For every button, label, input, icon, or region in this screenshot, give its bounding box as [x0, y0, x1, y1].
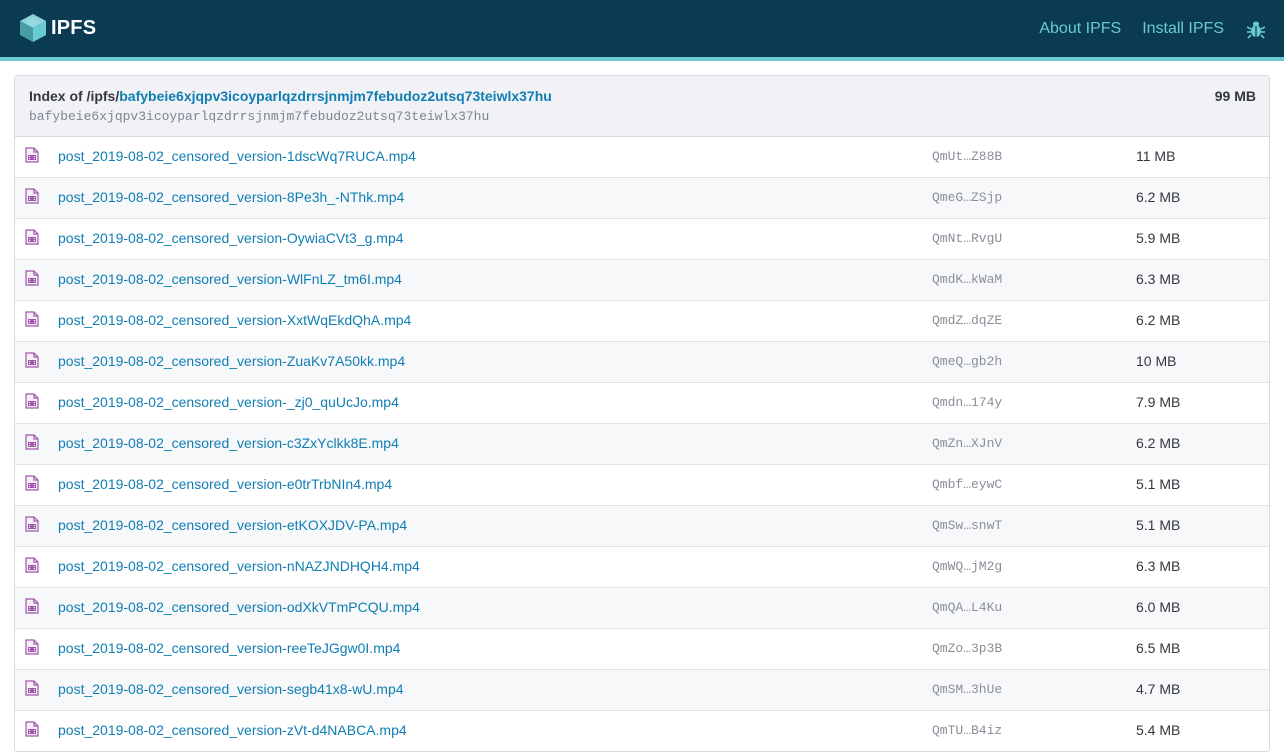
file-hash-link[interactable]: Qmbf…eywC — [932, 477, 1002, 492]
video-file-icon — [25, 311, 39, 332]
video-file-icon — [25, 721, 39, 742]
file-name-link[interactable]: post_2019-08-02_censored_version-1dscWq7… — [58, 148, 416, 164]
bug-icon — [1246, 21, 1266, 39]
file-size: 6.3 MB — [1136, 558, 1181, 574]
install-ipfs-link[interactable]: Install IPFS — [1142, 20, 1224, 38]
video-file-icon — [25, 147, 39, 168]
file-size: 6.2 MB — [1136, 312, 1181, 328]
video-file-icon — [25, 516, 39, 537]
cid-subtitle: bafybeie6xjqpv3icoyparlqzdrrsjnmjm7febud… — [29, 109, 490, 124]
index-path: Index of /ipfs/bafybeie6xjqpv3icoyparlqz… — [29, 88, 552, 104]
directory-listing: Index of /ipfs/bafybeie6xjqpv3icoyparlqz… — [14, 75, 1270, 752]
file-row: post_2019-08-02_censored_version-1dscWq7… — [15, 137, 1269, 177]
file-size: 6.2 MB — [1136, 435, 1181, 451]
file-hash-link[interactable]: QmZn…XJnV — [932, 436, 1002, 451]
index-prefix: Index of /ipfs/ — [29, 88, 120, 104]
video-file-icon — [25, 598, 39, 619]
file-size: 6.2 MB — [1136, 189, 1181, 205]
file-name-link[interactable]: post_2019-08-02_censored_version-e0trTrb… — [58, 476, 392, 492]
file-name-link[interactable]: post_2019-08-02_censored_version-segb41x… — [58, 681, 404, 697]
ipfs-cube-icon — [20, 14, 46, 42]
file-row: post_2019-08-02_censored_version-8Pe3h_-… — [15, 177, 1269, 218]
file-list: post_2019-08-02_censored_version-1dscWq7… — [15, 137, 1269, 751]
file-name-link[interactable]: post_2019-08-02_censored_version-reeTeJG… — [58, 640, 400, 656]
file-hash-link[interactable]: QmSM…3hUe — [932, 682, 1002, 697]
file-name-link[interactable]: post_2019-08-02_censored_version-odXkVTm… — [58, 599, 420, 615]
logo-text: IPFS — [51, 17, 97, 39]
file-size: 10 MB — [1136, 353, 1177, 369]
file-size: 5.9 MB — [1136, 230, 1181, 246]
file-size: 6.3 MB — [1136, 271, 1181, 287]
file-row: post_2019-08-02_censored_version-etKOXJD… — [15, 505, 1269, 546]
file-size: 5.4 MB — [1136, 722, 1181, 738]
video-file-icon — [25, 434, 39, 455]
file-hash-link[interactable]: Qmdn…174y — [932, 395, 1002, 410]
file-name-link[interactable]: post_2019-08-02_censored_version-zVt-d4N… — [58, 722, 407, 738]
file-row: post_2019-08-02_censored_version-XxtWqEk… — [15, 300, 1269, 341]
file-hash-link[interactable]: QmZo…3p3B — [932, 641, 1002, 656]
file-row: post_2019-08-02_censored_version-OywiaCV… — [15, 218, 1269, 259]
file-size: 5.1 MB — [1136, 517, 1181, 533]
file-row: post_2019-08-02_censored_version-WlFnLZ_… — [15, 259, 1269, 300]
file-row: post_2019-08-02_censored_version-ZuaKv7A… — [15, 341, 1269, 382]
file-name-link[interactable]: post_2019-08-02_censored_version-nNAZJND… — [58, 558, 420, 574]
file-name-link[interactable]: post_2019-08-02_censored_version-c3ZxYcl… — [58, 435, 399, 451]
file-size: 11 MB — [1136, 148, 1176, 164]
file-size: 5.1 MB — [1136, 476, 1181, 492]
report-bug-button[interactable] — [1246, 19, 1266, 39]
file-hash-link[interactable]: QmNt…RvgU — [932, 231, 1002, 246]
file-size: 6.0 MB — [1136, 599, 1181, 615]
file-row: post_2019-08-02_censored_version-zVt-d4N… — [15, 710, 1269, 751]
file-row: post_2019-08-02_censored_version-e0trTrb… — [15, 464, 1269, 505]
file-name-link[interactable]: post_2019-08-02_censored_version-ZuaKv7A… — [58, 353, 405, 369]
file-size: 4.7 MB — [1136, 681, 1181, 697]
file-size: 7.9 MB — [1136, 394, 1181, 410]
file-hash-link[interactable]: QmUt…Z88B — [932, 149, 1002, 164]
cid-link[interactable]: bafybeie6xjqpv3icoyparlqzdrrsjnmjm7febud… — [119, 88, 552, 104]
video-file-icon — [25, 352, 39, 373]
video-file-icon — [25, 188, 39, 209]
video-file-icon — [25, 229, 39, 250]
file-name-link[interactable]: post_2019-08-02_censored_version-etKOXJD… — [58, 517, 407, 533]
video-file-icon — [25, 475, 39, 496]
file-row: post_2019-08-02_censored_version-nNAZJND… — [15, 546, 1269, 587]
file-row: post_2019-08-02_censored_version-segb41x… — [15, 669, 1269, 710]
total-size: 99 MB — [1214, 88, 1256, 104]
file-size: 6.5 MB — [1136, 640, 1181, 656]
file-hash-link[interactable]: QmTU…B4iz — [932, 723, 1002, 738]
file-hash-link[interactable]: QmdK…kWaM — [932, 272, 1002, 287]
video-file-icon — [25, 557, 39, 578]
file-hash-link[interactable]: QmeQ…gb2h — [932, 354, 1002, 369]
ipfs-logo[interactable]: IPFS — [19, 13, 96, 43]
file-name-link[interactable]: post_2019-08-02_censored_version-XxtWqEk… — [58, 312, 411, 328]
file-hash-link[interactable]: QmQA…L4Ku — [932, 600, 1002, 615]
video-file-icon — [25, 270, 39, 291]
top-navigation-bar: IPFS About IPFS Install IPFS — [0, 0, 1284, 61]
file-name-link[interactable]: post_2019-08-02_censored_version-8Pe3h_-… — [58, 189, 404, 205]
file-row: post_2019-08-02_censored_version-c3ZxYcl… — [15, 423, 1269, 464]
file-row: post_2019-08-02_censored_version-odXkVTm… — [15, 587, 1269, 628]
file-row: post_2019-08-02_censored_version-reeTeJG… — [15, 628, 1269, 669]
listing-header: Index of /ipfs/bafybeie6xjqpv3icoyparlqz… — [15, 76, 1269, 137]
file-name-link[interactable]: post_2019-08-02_censored_version-OywiaCV… — [58, 230, 404, 246]
about-ipfs-link[interactable]: About IPFS — [1039, 20, 1121, 38]
file-hash-link[interactable]: QmSw…snwT — [932, 518, 1002, 533]
file-row: post_2019-08-02_censored_version-_zj0_qu… — [15, 382, 1269, 423]
file-name-link[interactable]: post_2019-08-02_censored_version-_zj0_qu… — [58, 394, 399, 410]
video-file-icon — [25, 639, 39, 660]
file-hash-link[interactable]: QmeG…ZSjp — [932, 190, 1002, 205]
file-hash-link[interactable]: QmWQ…jM2g — [932, 559, 1002, 574]
file-name-link[interactable]: post_2019-08-02_censored_version-WlFnLZ_… — [58, 271, 402, 287]
video-file-icon — [25, 393, 39, 414]
header-nav: About IPFS Install IPFS — [1018, 0, 1266, 57]
file-hash-link[interactable]: QmdZ…dqZE — [932, 313, 1002, 328]
video-file-icon — [25, 680, 39, 701]
